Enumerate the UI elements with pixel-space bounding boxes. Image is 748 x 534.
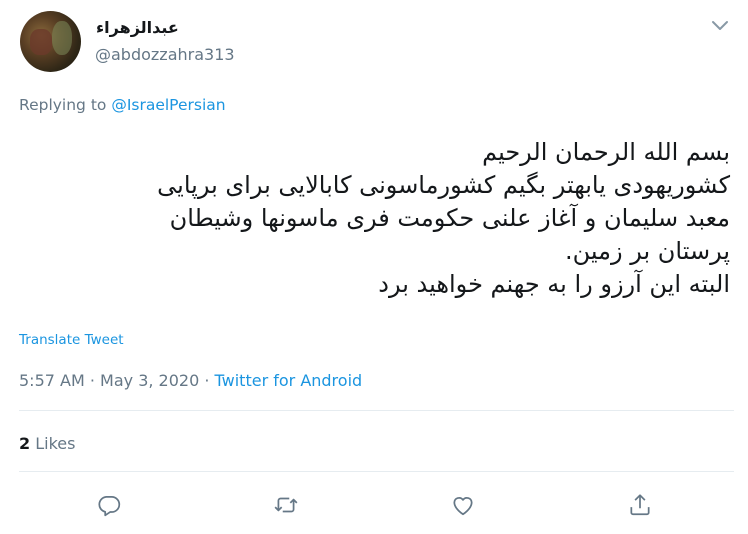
chevron-down-icon[interactable] — [710, 18, 730, 32]
tweet-meta: 5:57 AM · May 3, 2020 · Twitter for Andr… — [19, 371, 362, 390]
like-icon[interactable] — [450, 492, 476, 518]
translate-tweet-link[interactable]: Translate Tweet — [19, 332, 124, 348]
tweet-line: بسم الله الرحمان الرحیم — [482, 138, 730, 166]
replying-prefix: Replying to — [19, 96, 112, 114]
tweet-line: کشوریهودی یابهتر بگیم کشورماسونی کابالای… — [157, 171, 730, 199]
likes-count[interactable]: 2 Likes — [19, 434, 75, 453]
divider — [19, 471, 734, 472]
avatar[interactable] — [20, 11, 81, 72]
tweet-text: بسم الله الرحمان الرحیم کشوریهودی یابهتر… — [20, 136, 730, 301]
replying-to: Replying to @IsraelPersian — [19, 96, 226, 114]
tweet-source-link[interactable]: Twitter for Android — [215, 371, 363, 390]
reply-icon[interactable] — [96, 492, 122, 518]
tweet-line: معبد سلیمان و آغاز علنی حکومت فری ماسونه… — [169, 204, 730, 232]
divider — [19, 410, 734, 411]
tweet-line: پرستان بر زمین. — [565, 237, 730, 265]
tweet-timestamp[interactable]: 5:57 AM · May 3, 2020 · — [19, 371, 215, 390]
tweet-line: البته این آرزو را به جهنم خواهید برد — [378, 270, 730, 298]
share-icon[interactable] — [627, 492, 653, 518]
likes-label: Likes — [30, 434, 76, 453]
reply-mention-link[interactable]: @IsraelPersian — [111, 96, 225, 114]
author-display-name[interactable]: عبدالزهراء — [96, 18, 179, 37]
retweet-icon[interactable] — [273, 492, 299, 518]
author-handle[interactable]: @abdozzahra313 — [95, 45, 235, 64]
likes-number: 2 — [19, 434, 31, 453]
